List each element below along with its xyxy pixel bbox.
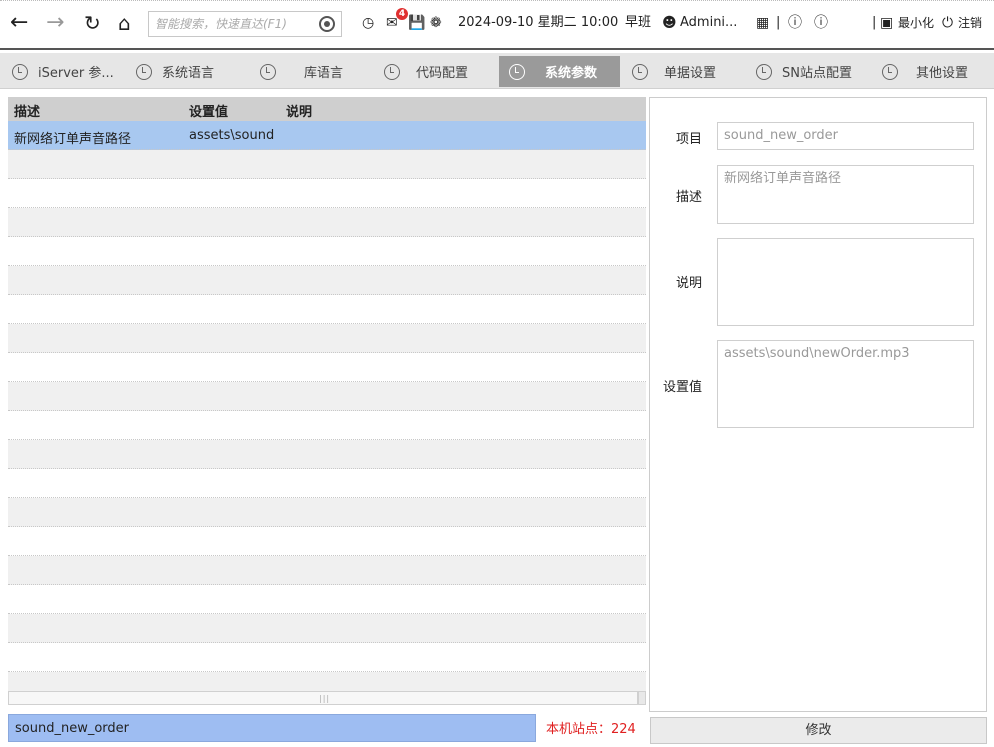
clock-icon bbox=[12, 63, 28, 80]
empty-table-row bbox=[8, 643, 646, 672]
detail-panel: 项目 sound_new_order 描述 新网络订单声音路径 说明 设置值 a… bbox=[649, 97, 987, 712]
table-row[interactable]: 新网络订单声音路径 assets\sound bbox=[8, 121, 646, 150]
item-field[interactable]: sound_new_order bbox=[717, 122, 974, 150]
empty-table-row bbox=[8, 556, 646, 585]
save-icon[interactable]: 💾 bbox=[408, 14, 425, 32]
empty-table-row bbox=[8, 440, 646, 469]
search-box[interactable] bbox=[148, 11, 342, 37]
user-name[interactable]: Admini... bbox=[680, 14, 737, 32]
cell-value: assets\sound bbox=[189, 128, 275, 143]
empty-table-row bbox=[8, 382, 646, 411]
column-header-value[interactable]: 设置值 bbox=[189, 101, 228, 120]
description-label: 描述 bbox=[675, 190, 702, 205]
search-input[interactable] bbox=[149, 12, 309, 36]
cell-description: 新网络订单声音路径 bbox=[14, 132, 132, 147]
note-field[interactable] bbox=[717, 238, 974, 326]
empty-table-row bbox=[8, 411, 646, 440]
user-icon: ☻ bbox=[662, 15, 677, 31]
modify-button[interactable]: 修改 bbox=[650, 717, 987, 744]
tab-iserver[interactable]: iServer 参... bbox=[6, 56, 124, 87]
minimize-icon[interactable]: ▣ bbox=[880, 14, 893, 32]
settings-tabs: iServer 参... 系统语言 库语言 代码配置 系统参数 单据设置 SN站… bbox=[0, 53, 994, 89]
empty-table-row bbox=[8, 585, 646, 614]
description-field[interactable]: 新网络订单声音路径 bbox=[717, 165, 974, 224]
empty-table-row bbox=[8, 498, 646, 527]
clock-icon bbox=[882, 63, 898, 80]
empty-table-row bbox=[8, 179, 646, 208]
empty-table-row bbox=[8, 672, 646, 693]
tab-label: 其他设置 bbox=[916, 66, 969, 81]
tab-library-language[interactable]: 库语言 bbox=[254, 56, 372, 87]
tab-label: iServer 参... bbox=[38, 66, 114, 81]
tab-label: 代码配置 bbox=[416, 66, 469, 81]
tab-label: 系统参数 bbox=[545, 66, 598, 81]
clock-icon bbox=[509, 63, 525, 80]
info-icon[interactable]: ⓘ bbox=[814, 14, 828, 32]
empty-table-row bbox=[8, 324, 646, 353]
column-header-description[interactable]: 描述 bbox=[14, 101, 40, 120]
empty-table-row bbox=[8, 353, 646, 382]
back-arrow-icon[interactable]: ← bbox=[10, 10, 28, 36]
tab-code-config[interactable]: 代码配置 bbox=[378, 56, 494, 87]
tab-document-settings[interactable]: 单据设置 bbox=[626, 56, 744, 87]
empty-table-row bbox=[8, 469, 646, 498]
tab-system-language[interactable]: 系统语言 bbox=[130, 56, 248, 87]
code-field[interactable]: sound_new_order bbox=[8, 714, 536, 742]
horizontal-scrollbar[interactable]: ||| bbox=[8, 691, 638, 705]
empty-table-row bbox=[8, 208, 646, 237]
tab-label: SN站点配置 bbox=[782, 66, 852, 81]
search-target-icon[interactable] bbox=[319, 16, 335, 32]
params-grid: 描述 设置值 说明 新网络订单声音路径 assets\sound bbox=[8, 97, 646, 693]
power-icon[interactable]: ⏻ bbox=[942, 14, 953, 32]
note-label: 说明 bbox=[675, 276, 702, 291]
clock-icon bbox=[384, 63, 400, 80]
tab-sn-site-config[interactable]: SN站点配置 bbox=[750, 56, 870, 87]
scroll-grip-icon: ||| bbox=[319, 694, 331, 703]
code-field-value: sound_new_order bbox=[15, 721, 129, 736]
clock-icon[interactable]: ◷ bbox=[362, 14, 374, 32]
tab-label: 系统语言 bbox=[162, 66, 215, 81]
empty-table-row bbox=[8, 295, 646, 324]
grid-header: 描述 设置值 说明 bbox=[8, 97, 646, 121]
scrollbar-corner bbox=[638, 691, 646, 705]
shift-text: 早班 bbox=[625, 15, 652, 30]
clock-icon bbox=[260, 63, 276, 80]
site-info: 本机站点：224 bbox=[546, 722, 636, 737]
tab-other-settings[interactable]: 其他设置 bbox=[876, 56, 988, 87]
setting-value-field[interactable]: assets\sound\newOrder.mp3 bbox=[717, 340, 974, 428]
help-icon[interactable]: ⓘ bbox=[788, 14, 802, 32]
empty-table-row bbox=[8, 237, 646, 266]
toolbar-divider-2: | bbox=[872, 15, 877, 30]
tab-label: 单据设置 bbox=[664, 66, 717, 81]
empty-table-row bbox=[8, 150, 646, 179]
logout-button[interactable]: 注销 bbox=[958, 14, 982, 32]
clock-icon bbox=[756, 63, 772, 80]
item-label: 项目 bbox=[675, 132, 702, 147]
minimize-button[interactable]: 最小化 bbox=[898, 14, 934, 32]
mail-count-badge: 4 bbox=[396, 8, 408, 20]
empty-table-row bbox=[8, 527, 646, 556]
toolbar-divider: | bbox=[776, 15, 781, 30]
clock-icon bbox=[632, 63, 648, 80]
home-icon[interactable]: ⌂ bbox=[118, 10, 131, 36]
toolbar-dotted-edge bbox=[0, 0, 994, 6]
column-header-note[interactable]: 说明 bbox=[286, 101, 312, 120]
settings-icon[interactable]: ❁ bbox=[430, 14, 442, 32]
datetime-text: 2024-09-10 星期二 10:00 bbox=[458, 15, 619, 30]
empty-table-row bbox=[8, 614, 646, 643]
empty-table-row bbox=[8, 266, 646, 295]
setting-value-label: 设置值 bbox=[662, 380, 702, 395]
tab-label: 库语言 bbox=[304, 66, 344, 81]
refresh-icon[interactable]: ↻ bbox=[84, 10, 101, 36]
top-toolbar: ← → ↻ ⌂ ◷ ✉ 4 💾 ❁ 2024-09-10 星期二 10:00 早… bbox=[0, 0, 994, 50]
clock-icon bbox=[136, 63, 152, 80]
tab-system-params[interactable]: 系统参数 bbox=[499, 56, 620, 87]
forward-arrow-icon[interactable]: → bbox=[46, 10, 64, 36]
qrcode-icon[interactable]: ▦ bbox=[756, 14, 769, 32]
